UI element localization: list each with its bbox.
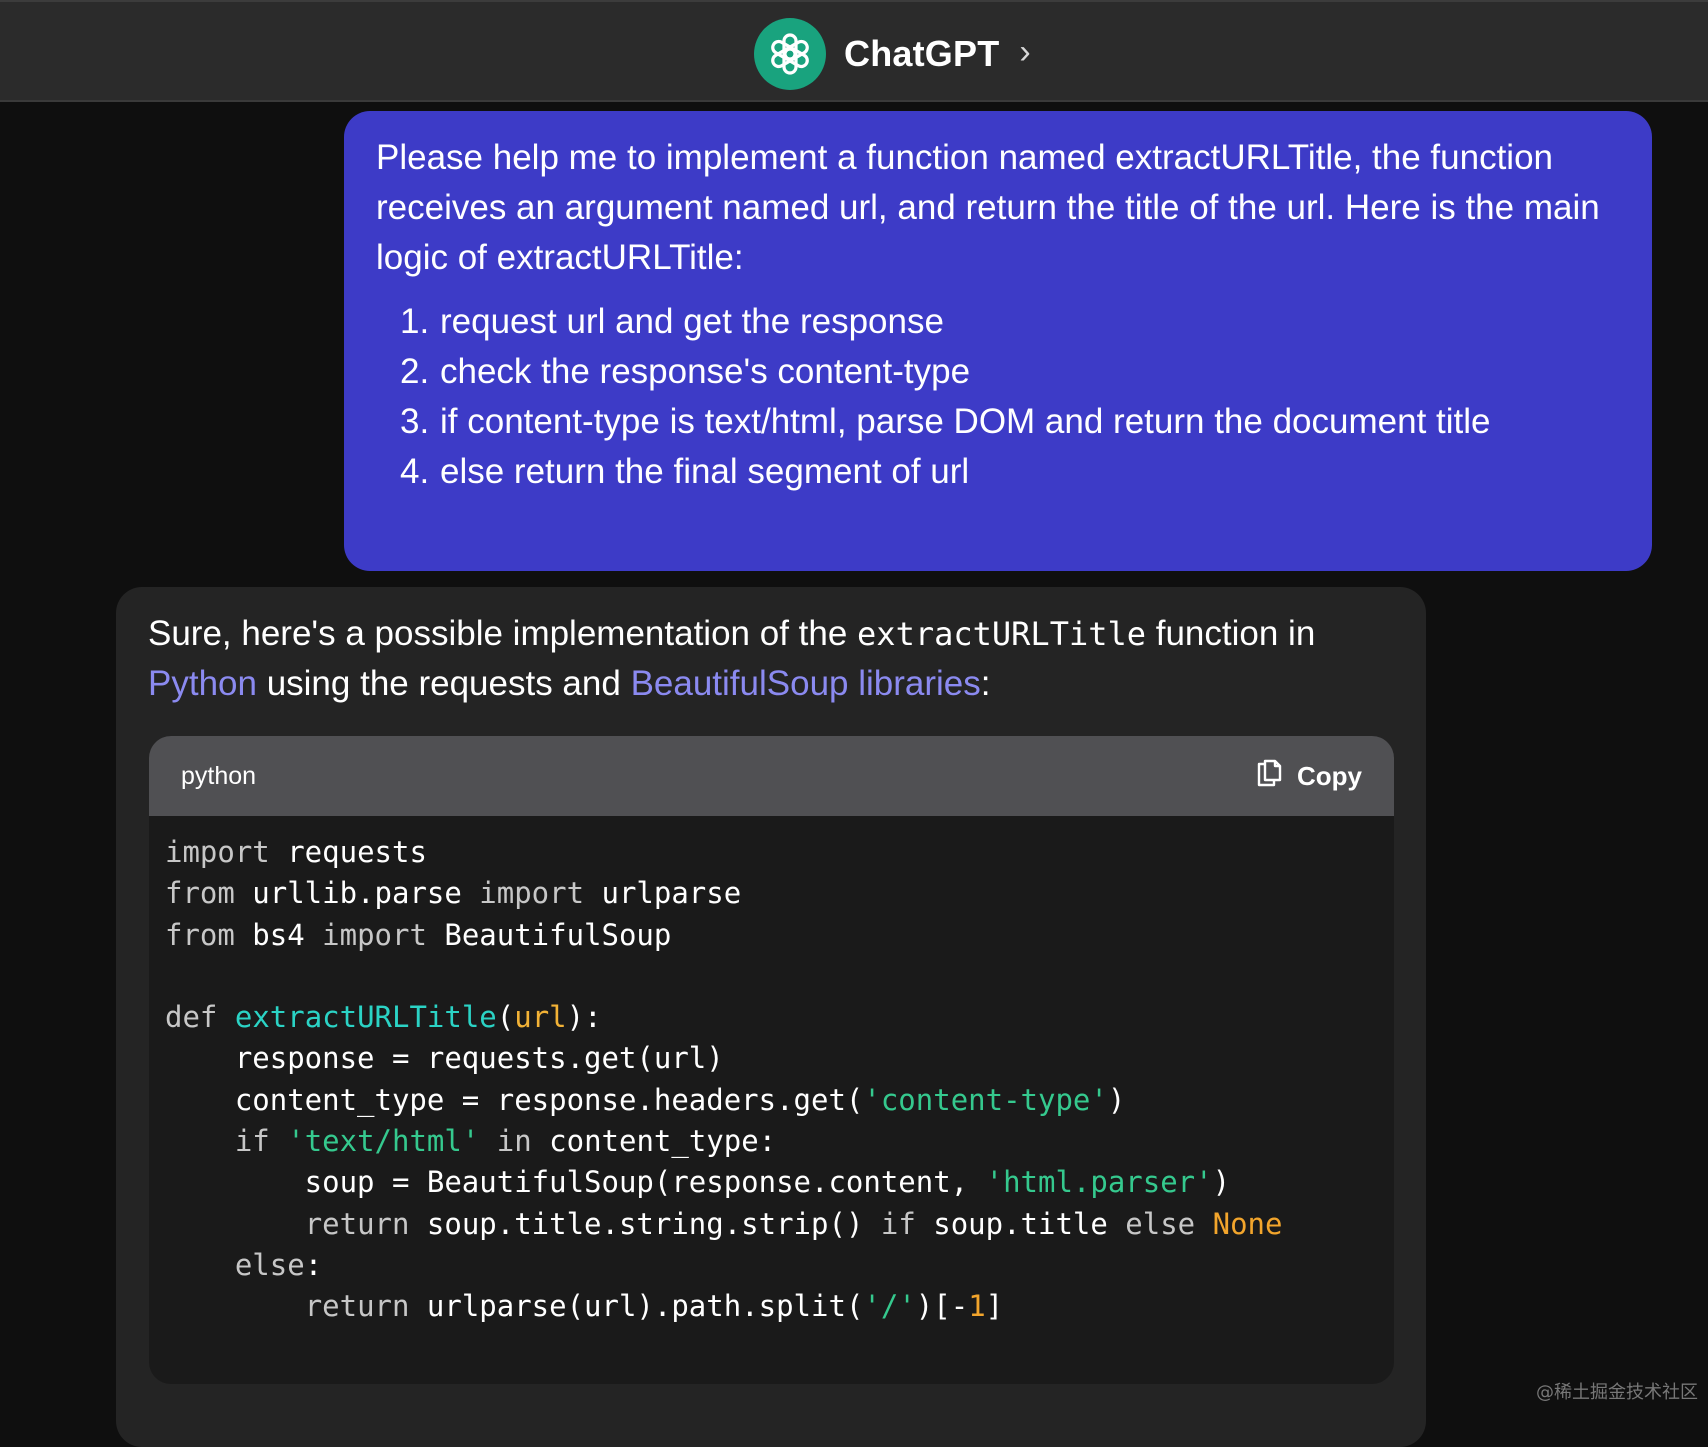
- clipboard-icon: [1255, 758, 1283, 795]
- beautifulsoup-link[interactable]: BeautifulSoup libraries: [631, 664, 981, 703]
- user-steps-list: 1. request url and get the response 2. che…: [376, 297, 1612, 497]
- code-line: soup = BeautifulSoup(response.content, '…: [165, 1165, 1231, 1200]
- code-line: from bs4 import BeautifulSoup: [165, 917, 672, 952]
- user-message-text: Please help me to implement a function n…: [376, 138, 1600, 277]
- code-line: response = requests.get(url): [165, 1041, 724, 1076]
- code-line: return soup.title.string.strip() if soup…: [304, 1206, 1283, 1241]
- top-bar: ChatGPT ›: [0, 0, 1708, 102]
- code-language-label: python: [181, 761, 257, 790]
- code-line: content_type = response.headers.get('con…: [165, 1082, 1126, 1117]
- copy-code-button[interactable]: Copy: [1255, 758, 1362, 795]
- code-line: else:: [234, 1247, 323, 1282]
- user-message: Please help me to implement a function n…: [344, 111, 1652, 571]
- chevron-right-icon: ›: [1019, 32, 1031, 71]
- assistant-intro: Sure, here's a possible implementation o…: [148, 614, 1316, 703]
- list-item: 4. else return the final segment of url: [400, 452, 970, 491]
- model-selector[interactable]: ChatGPT ›: [754, 18, 1031, 90]
- code-line: def extractURLTitle(url):: [165, 1000, 602, 1035]
- code-line: if 'text/html' in content_type:: [234, 1124, 777, 1159]
- watermark: @稀土掘金技术社区: [1536, 1382, 1698, 1403]
- app-title: ChatGPT: [844, 33, 1000, 74]
- openai-logo-icon: [754, 18, 826, 90]
- inline-code: extractURLTitle: [857, 615, 1147, 653]
- list-item: 3. if content-type is text/html, parse DO…: [400, 402, 1491, 441]
- code-header: python Copy: [149, 736, 1394, 816]
- copy-label: Copy: [1297, 760, 1362, 791]
- python-link[interactable]: Python: [148, 664, 257, 703]
- code-line: import requests: [165, 835, 427, 869]
- code-content[interactable]: import requests from urllib.parse import …: [149, 816, 1394, 1344]
- list-item: 1. request url and get the response: [400, 302, 944, 341]
- code-line: from urllib.parse import urlparse: [165, 876, 742, 911]
- code-line: return urlparse(url).path.split('/')[-1]: [304, 1289, 1004, 1324]
- list-item: 2. check the response's content-type: [400, 352, 971, 391]
- code-block: python Copy import requests from urllib.p…: [149, 736, 1394, 1384]
